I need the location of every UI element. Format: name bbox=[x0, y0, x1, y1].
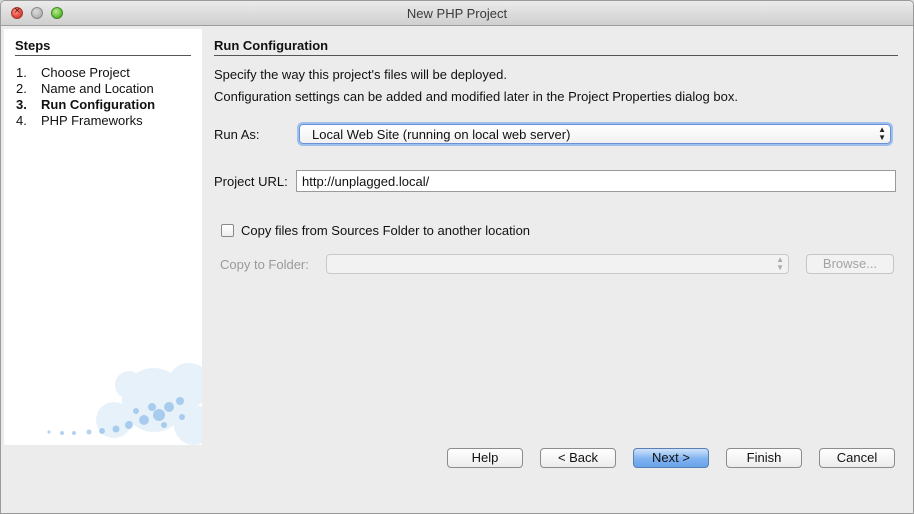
step-number: 4. bbox=[16, 113, 27, 128]
step-item-php-frameworks: 4. PHP Frameworks bbox=[16, 113, 155, 129]
panel-heading: Run Configuration bbox=[214, 38, 898, 56]
next-button[interactable]: Next > bbox=[633, 448, 709, 468]
project-url-label: Project URL: bbox=[214, 174, 288, 189]
help-button[interactable]: Help bbox=[447, 448, 523, 468]
step-label: Choose Project bbox=[41, 65, 130, 80]
copy-to-folder-select[interactable]: ▲ ▼ bbox=[326, 254, 789, 274]
new-php-project-dialog: New PHP Project Steps 1. Choose Project 2… bbox=[0, 0, 914, 514]
step-number: 1. bbox=[16, 65, 27, 80]
run-as-label: Run As: bbox=[214, 127, 260, 142]
step-item-name-and-location: 2. Name and Location bbox=[16, 81, 155, 97]
browse-button[interactable]: Browse... bbox=[806, 254, 894, 274]
select-arrows-icon: ▲ ▼ bbox=[776, 255, 784, 272]
back-button[interactable]: < Back bbox=[540, 448, 616, 468]
steps-heading: Steps bbox=[15, 38, 191, 56]
step-label: Run Configuration bbox=[41, 97, 156, 112]
step-number: 3. bbox=[16, 97, 27, 112]
run-as-select[interactable]: Local Web Site (running on local web ser… bbox=[299, 124, 891, 144]
select-arrows-icon: ▲ ▼ bbox=[878, 125, 886, 142]
project-url-value: http://unplagged.local/ bbox=[302, 174, 430, 189]
cancel-button[interactable]: Cancel bbox=[819, 448, 895, 468]
run-as-selected-value: Local Web Site (running on local web ser… bbox=[312, 127, 571, 142]
decorative-bubbles-graphic bbox=[47, 363, 202, 445]
window-title: New PHP Project bbox=[406, 6, 508, 21]
title-bar[interactable]: New PHP Project bbox=[1, 1, 913, 26]
steps-panel: Steps 1. Choose Project 2. Name and Locati… bbox=[4, 29, 202, 445]
project-url-input[interactable]: http://unplagged.local/ bbox=[296, 170, 896, 192]
step-number: 2. bbox=[16, 81, 27, 96]
steps-list: 1. Choose Project 2. Name and Location 3. R… bbox=[16, 65, 155, 129]
step-label: PHP Frameworks bbox=[41, 113, 143, 128]
step-item-choose-project: 1. Choose Project bbox=[16, 65, 155, 81]
copy-files-checkbox[interactable] bbox=[221, 224, 234, 237]
copy-to-folder-label: Copy to Folder: bbox=[220, 257, 309, 272]
copy-files-checkbox-label[interactable]: Copy files from Sources Folder to anothe… bbox=[241, 223, 530, 238]
description-line-1: Specify the way this project's files wil… bbox=[214, 67, 507, 82]
description-line-2: Configuration settings can be added and … bbox=[214, 89, 738, 104]
finish-button[interactable]: Finish bbox=[726, 448, 802, 468]
step-label: Name and Location bbox=[41, 81, 154, 96]
step-item-run-configuration: 3. Run Configuration bbox=[16, 97, 155, 113]
